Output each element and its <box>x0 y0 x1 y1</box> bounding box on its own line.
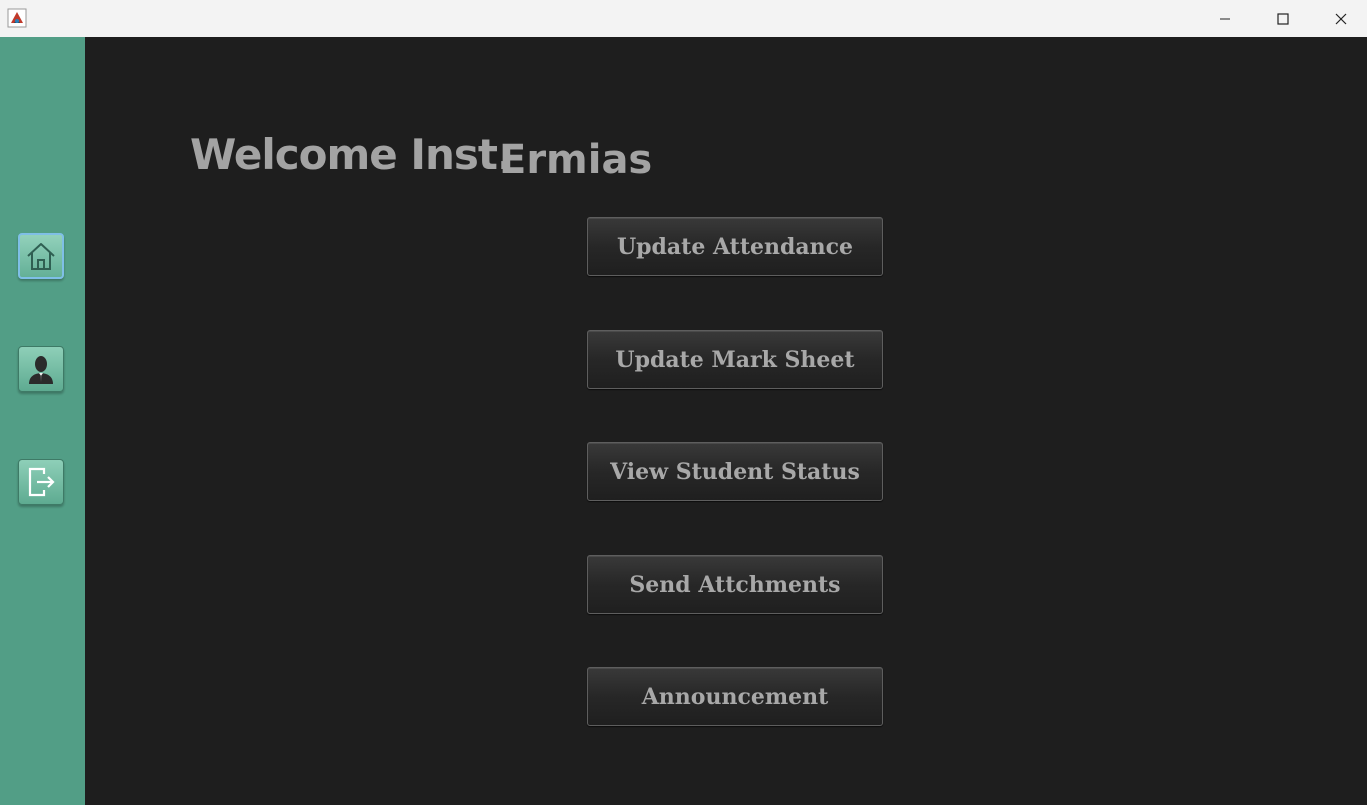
window-titlebar <box>0 0 1367 37</box>
logout-button[interactable] <box>18 459 64 505</box>
sidebar <box>0 37 85 805</box>
update-mark-sheet-button[interactable]: Update Mark Sheet <box>587 330 883 389</box>
welcome-heading: Welcome Inst. <box>190 130 513 179</box>
minimize-button[interactable] <box>1196 0 1254 37</box>
home-icon <box>27 243 55 270</box>
close-icon <box>1335 13 1347 24</box>
java-app-icon <box>7 8 27 28</box>
update-attendance-button[interactable]: Update Attendance <box>587 217 883 276</box>
maximize-icon <box>1277 12 1289 25</box>
home-button[interactable] <box>18 233 64 279</box>
send-attachments-button[interactable]: Send Attchments <box>587 555 883 614</box>
announcement-button[interactable]: Announcement <box>587 667 883 726</box>
close-button[interactable] <box>1312 0 1367 37</box>
instructor-name: Ermias <box>499 137 653 183</box>
user-icon <box>29 356 53 384</box>
view-student-status-button[interactable]: View Student Status <box>587 442 883 501</box>
profile-button[interactable] <box>18 346 64 392</box>
logout-icon <box>28 467 55 497</box>
minimize-icon <box>1220 18 1230 19</box>
maximize-button[interactable] <box>1254 0 1312 37</box>
